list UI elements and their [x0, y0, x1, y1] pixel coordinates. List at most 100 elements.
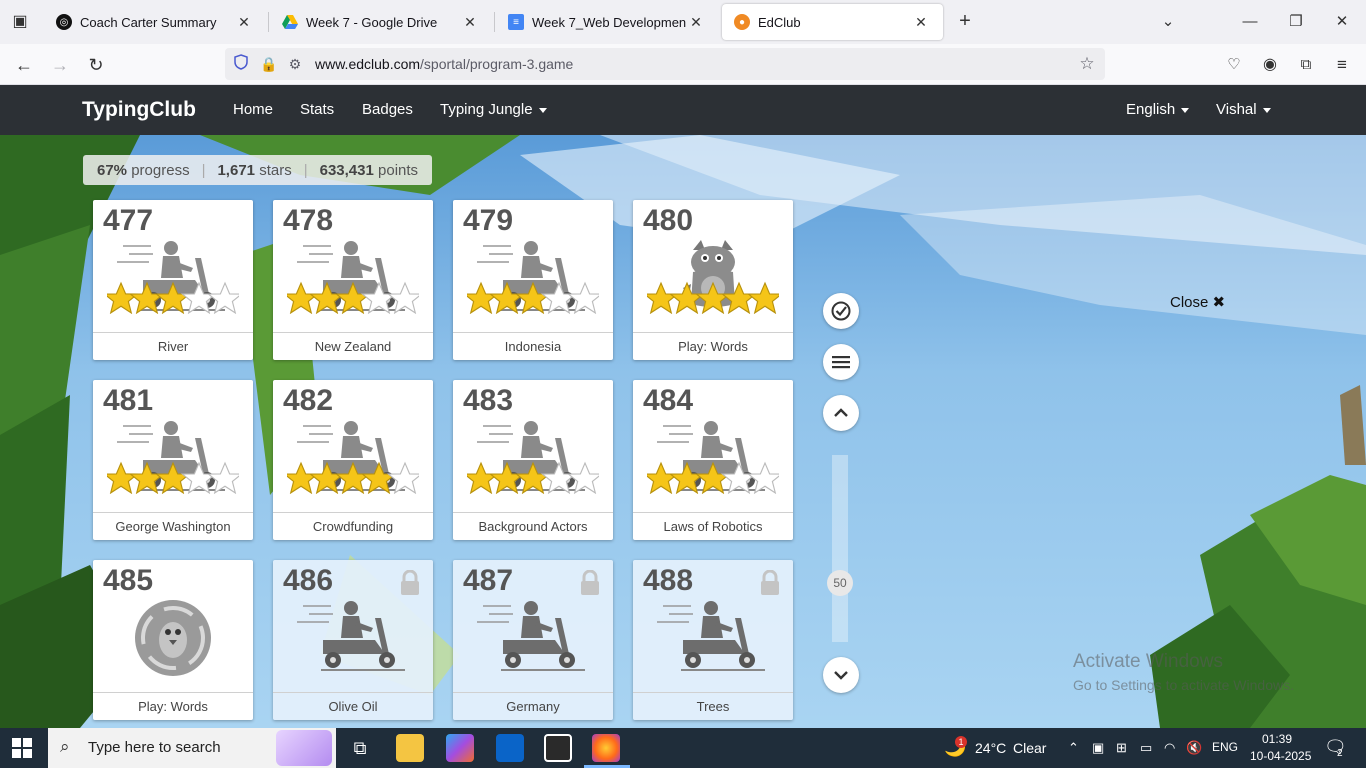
lesson-card[interactable]: 487 Germany: [453, 560, 613, 720]
meet-now-icon[interactable]: ▣: [1092, 740, 1104, 756]
scooter-rider-icon: [657, 601, 765, 671]
wifi-icon[interactable]: ◠: [1164, 740, 1175, 756]
typingclub-logo[interactable]: TypingClub: [82, 98, 196, 122]
page-settings-icon[interactable]: ⚙: [285, 54, 305, 74]
watermark-line2: Go to Settings to activate Windows.: [1073, 677, 1294, 693]
nav-language[interactable]: English: [1126, 101, 1190, 118]
extensions-icon[interactable]: ⧉: [1293, 52, 1319, 78]
battery-icon[interactable]: ▭: [1140, 740, 1152, 756]
tab-google-docs[interactable]: ≡ Week 7_Web Development - Go ✕: [496, 4, 718, 40]
lesson-card[interactable]: 485 Play: Words: [93, 560, 253, 720]
notification-count: 2: [1337, 748, 1343, 759]
weather-temp[interactable]: 24°C: [975, 740, 1006, 756]
screen-icon[interactable]: ⊞: [1116, 740, 1127, 756]
lesson-number: 477: [103, 204, 154, 237]
lesson-card[interactable]: 488 Trees: [633, 560, 793, 720]
windows-start-icon[interactable]: [12, 738, 32, 758]
clock-date[interactable]: 10-04-2025: [1250, 749, 1311, 763]
lesson-card[interactable]: 478 New Zealand: [273, 200, 433, 360]
restore-icon[interactable]: ❐: [1284, 10, 1308, 34]
lesson-number: 485: [103, 564, 154, 597]
lesson-title: Trees: [633, 692, 793, 720]
bookmark-star-icon[interactable]: ☆: [1077, 54, 1097, 74]
weather-badge: 1: [955, 736, 967, 748]
scroll-slider-thumb[interactable]: 50: [827, 570, 853, 596]
lesson-title: Olive Oil: [273, 692, 433, 720]
lesson-card[interactable]: 479 Indonesia: [453, 200, 613, 360]
volume-muted-icon[interactable]: 🔇: [1186, 740, 1202, 756]
outlook-icon[interactable]: [496, 734, 524, 762]
star-rating: [287, 281, 419, 314]
lesson-title: Laws of Robotics: [633, 512, 793, 540]
stars-label: stars: [259, 161, 292, 179]
close-tab-icon[interactable]: ✕: [460, 14, 480, 31]
back-icon[interactable]: ←: [11, 52, 37, 78]
google-drive-icon: [282, 14, 298, 30]
close-window-icon[interactable]: ✕: [1330, 10, 1354, 34]
close-tab-icon[interactable]: ✕: [234, 14, 254, 31]
nav-user[interactable]: Vishal: [1216, 101, 1271, 118]
nav-badges[interactable]: Badges: [362, 101, 413, 118]
lesson-card[interactable]: 477 River: [93, 200, 253, 360]
forward-icon[interactable]: →: [47, 52, 73, 78]
lesson-title: Background Actors: [453, 512, 613, 540]
language-indicator[interactable]: ENG: [1212, 740, 1238, 754]
nav-home[interactable]: Home: [233, 101, 273, 118]
lesson-number: 482: [283, 384, 334, 417]
close-button[interactable]: Close ✖: [1170, 293, 1225, 311]
lesson-title: River: [93, 332, 253, 360]
account-icon[interactable]: ◉: [1257, 52, 1283, 78]
lesson-card[interactable]: 486 Olive Oil: [273, 560, 433, 720]
tab-coach-carter[interactable]: ◎ Coach Carter Summary ✕: [44, 4, 266, 40]
unicorn-icon: [276, 730, 332, 766]
close-tab-icon[interactable]: ✕: [686, 14, 706, 31]
menu-lines-icon[interactable]: [823, 344, 859, 380]
lock-icon[interactable]: 🔒: [259, 54, 279, 74]
windows-taskbar: ⌕ Type here to search ⧉ 🌙 1 24°C Clear ⌃…: [0, 728, 1366, 768]
scroll-up-chevron-icon[interactable]: [823, 395, 859, 431]
tab-google-drive[interactable]: Week 7 - Google Drive ✕: [270, 4, 492, 40]
lesson-number: 484: [643, 384, 694, 417]
close-tab-icon[interactable]: ✕: [911, 14, 931, 31]
chatgpt-icon: ◎: [56, 14, 72, 30]
taskbar-search[interactable]: ⌕ Type here to search: [48, 728, 336, 768]
star-rating: [647, 281, 779, 314]
scroll-down-chevron-icon[interactable]: [823, 657, 859, 693]
lesson-card[interactable]: 482 Crowdfunding: [273, 380, 433, 540]
scroll-slider-track[interactable]: [832, 455, 848, 642]
shield-icon[interactable]: [231, 54, 251, 74]
notifications-icon[interactable]: 🗨: [1324, 737, 1347, 758]
lesson-card[interactable]: 480 Play: Words: [633, 200, 793, 360]
scooter-rider-icon: [477, 601, 585, 671]
lesson-number: 487: [463, 564, 514, 597]
clock-time[interactable]: 01:39: [1262, 732, 1292, 746]
lesson-card[interactable]: 483 Background Actors: [453, 380, 613, 540]
microsoft-store-icon[interactable]: [544, 734, 572, 762]
lesson-card[interactable]: 481 George Washington: [93, 380, 253, 540]
points-count: 633,431: [319, 161, 374, 179]
minimize-icon[interactable]: —: [1238, 10, 1262, 34]
new-tab-icon[interactable]: +: [953, 10, 977, 34]
jungle-map: 67% progress | 1,671 stars | 633,431 poi…: [0, 135, 1366, 728]
reload-icon[interactable]: ↻: [83, 52, 109, 78]
lock-icon: [401, 570, 419, 595]
activate-windows-watermark: Activate Windows Go to Settings to activ…: [1073, 651, 1294, 693]
file-explorer-icon[interactable]: [396, 734, 424, 762]
star-rating: [647, 461, 779, 494]
menu-icon[interactable]: ≡: [1329, 52, 1355, 78]
nav-typing-jungle[interactable]: Typing Jungle: [440, 101, 547, 118]
lesson-card[interactable]: 484 Laws of Robotics: [633, 380, 793, 540]
tab-list-icon[interactable]: ▣: [8, 10, 32, 34]
tab-edclub[interactable]: ● EdClub ✕: [722, 4, 943, 40]
show-hidden-icons-chevron-icon[interactable]: ⌃: [1068, 740, 1079, 756]
copilot-icon[interactable]: [446, 734, 474, 762]
firefox-icon[interactable]: [592, 734, 620, 762]
address-bar[interactable]: 🔒 ⚙ www.edclub.com/sportal/program-3.gam…: [225, 48, 1105, 80]
tab-overflow-chevron-icon[interactable]: ⌄: [1156, 10, 1180, 34]
weather-desc[interactable]: Clear: [1013, 740, 1046, 756]
lesson-title: Germany: [453, 692, 613, 720]
nav-stats[interactable]: Stats: [300, 101, 334, 118]
pocket-icon[interactable]: ♡: [1221, 52, 1247, 78]
check-circle-icon[interactable]: [823, 293, 859, 329]
task-view-icon[interactable]: ⧉: [346, 734, 374, 762]
